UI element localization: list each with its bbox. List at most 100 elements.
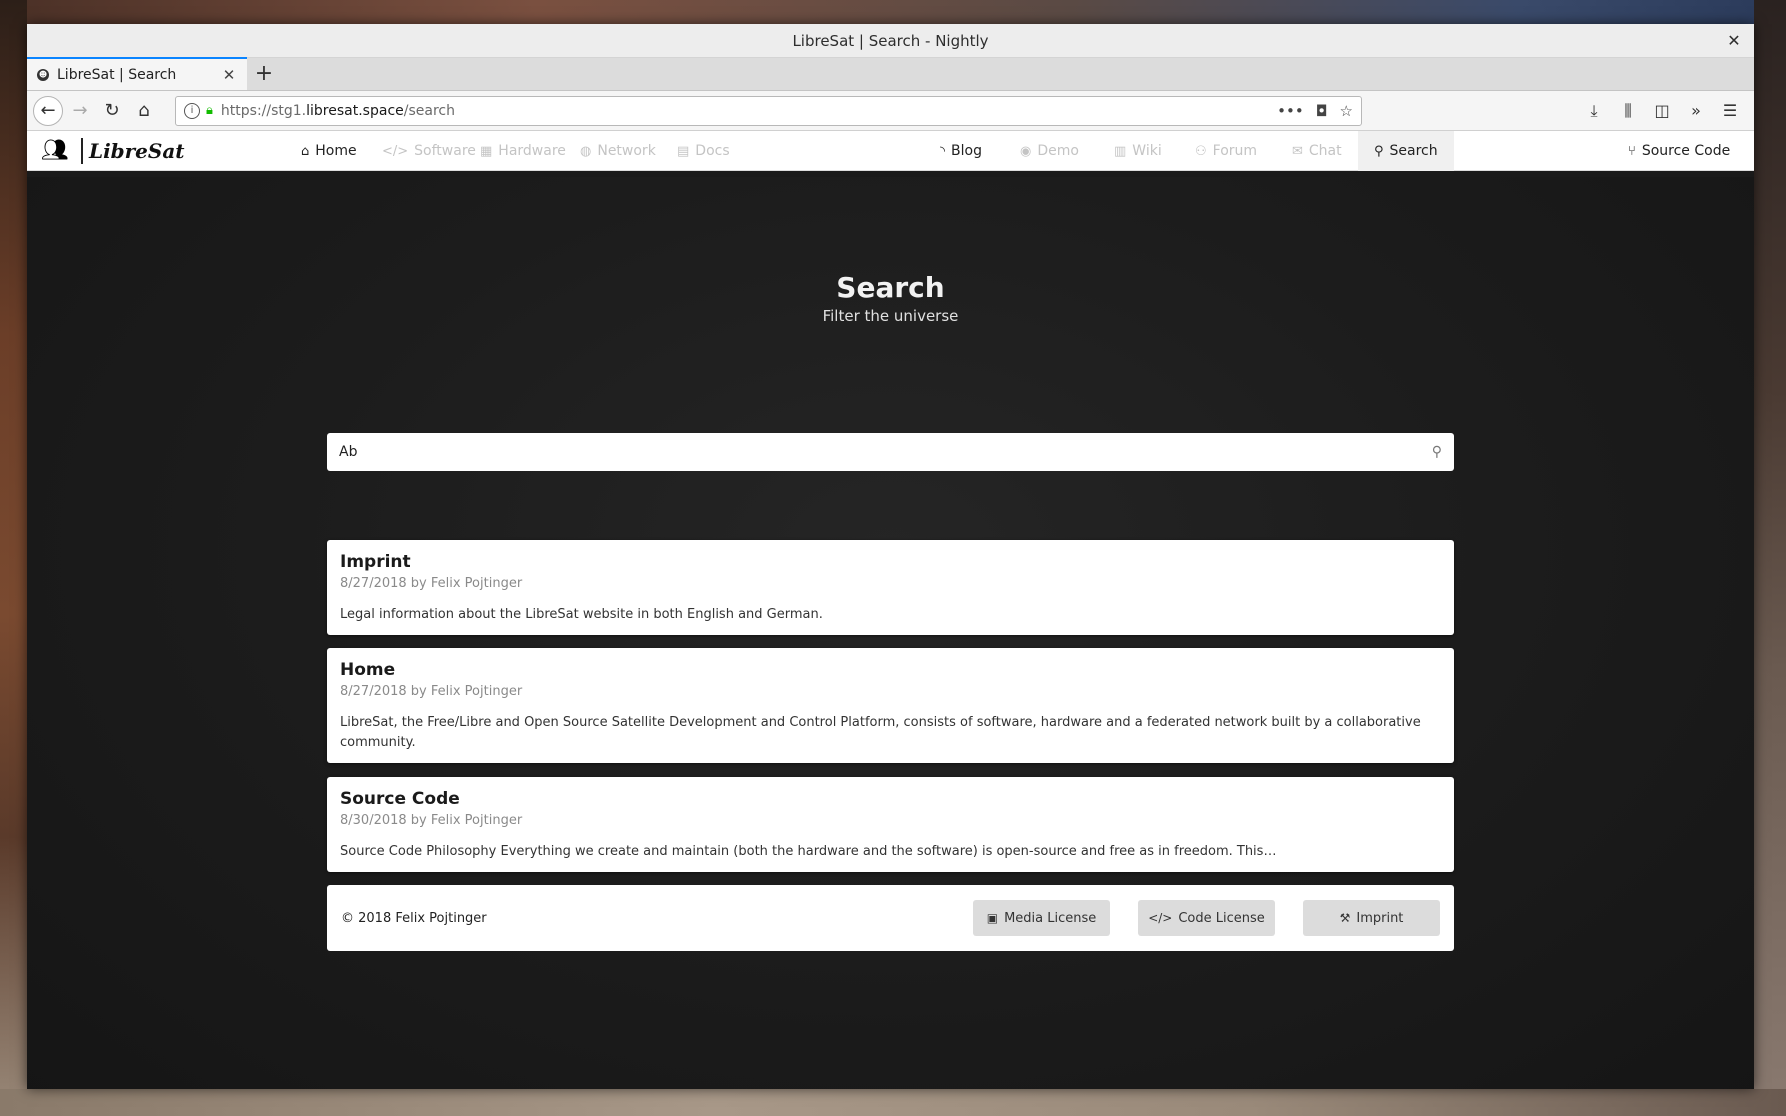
toolbar-right-icons: ⤓ ⫼ ◫ » ☰ xyxy=(1584,101,1748,121)
libresat-logo-icon: 👥︎ xyxy=(41,138,69,163)
button-label: Media License xyxy=(1004,910,1097,926)
tab-bar: ☻ LibreSat | Search ✕ + xyxy=(27,57,1754,91)
result-card-imprint[interactable]: Imprint 8/27/2018 by Felix Pojtinger Leg… xyxy=(327,540,1454,635)
gavel-icon: ⚒ xyxy=(1339,911,1351,925)
button-label: Imprint xyxy=(1356,910,1404,926)
page-title: Search xyxy=(836,271,945,304)
nav-label: Software xyxy=(414,143,476,159)
pocket-icon[interactable]: ◘ xyxy=(1316,102,1328,120)
nav-home[interactable]: ⌂ Home xyxy=(301,131,357,171)
tab-libresat-search[interactable]: ☻ LibreSat | Search ✕ xyxy=(27,57,247,90)
imprint-button[interactable]: ⚒ Imprint xyxy=(1303,900,1440,936)
overflow-chevron-icon[interactable]: » xyxy=(1686,101,1706,121)
rss-icon: ◝ xyxy=(940,143,946,159)
nav-label: Docs xyxy=(695,143,730,159)
nav-search[interactable]: ⚲ Search xyxy=(1358,131,1454,171)
nav-docs[interactable]: ▤ Docs xyxy=(677,131,730,171)
nav-label: Hardware xyxy=(498,143,566,159)
nav-label: Search xyxy=(1389,143,1438,159)
site-navbar: 👥︎ LibreSat ⌂ Home </> Software ▦ Hardware … xyxy=(27,131,1754,171)
nav-label: Chat xyxy=(1308,143,1342,159)
result-meta: 8/30/2018 by Felix Pojtinger xyxy=(340,813,523,828)
nav-source-code[interactable]: ⑂ Source Code xyxy=(1628,131,1730,171)
sidebar-icon[interactable]: ◫ xyxy=(1652,101,1672,121)
tab-close-icon[interactable]: ✕ xyxy=(221,66,237,84)
home-icon[interactable]: ⌂ xyxy=(129,96,159,126)
library-icon[interactable]: ⫼ xyxy=(1618,101,1638,121)
globe-icon: ◍ xyxy=(580,143,592,159)
result-description: Legal information about the LibreSat web… xyxy=(340,607,823,622)
microchip-icon: ▦ xyxy=(480,143,493,159)
nav-blog[interactable]: ◝ Blog xyxy=(940,131,982,171)
nav-label: Home xyxy=(315,143,357,159)
result-title[interactable]: Home xyxy=(340,660,1441,680)
users-icon: ⚇ xyxy=(1195,143,1207,159)
window-titlebar: LibreSat | Search - Nightly ✕ xyxy=(27,24,1754,58)
menu-hamburger-icon[interactable]: ☰ xyxy=(1720,101,1740,121)
copyright-text: © 2018 Felix Pojtinger xyxy=(341,910,487,926)
new-tab-button[interactable]: + xyxy=(247,57,281,90)
page-actions-icon[interactable]: ••• xyxy=(1277,102,1304,120)
nav-forum[interactable]: ⚇ Forum xyxy=(1195,131,1257,171)
media-license-button[interactable]: ▣ Media License xyxy=(973,900,1110,936)
window-close-icon[interactable]: ✕ xyxy=(1724,31,1744,51)
nav-network[interactable]: ◍ Network xyxy=(580,131,656,171)
lock-icon[interactable]: 🔒︎ xyxy=(206,103,213,118)
search-icon[interactable]: ⚲ xyxy=(1432,444,1442,460)
eye-icon: ◉ xyxy=(1020,143,1032,159)
nav-label: Blog xyxy=(951,143,982,159)
nav-label: Demo xyxy=(1037,143,1079,159)
code-icon: </> xyxy=(1148,911,1173,925)
nav-label: Wiki xyxy=(1132,143,1162,159)
url-path: /search xyxy=(403,102,455,119)
reload-icon[interactable]: ↻ xyxy=(97,96,127,126)
url-text[interactable]: https://stg1.libresat.space/search xyxy=(221,103,1265,119)
result-meta: 8/27/2018 by Felix Pojtinger xyxy=(340,576,523,591)
nav-hardware[interactable]: ▦ Hardware xyxy=(480,131,566,171)
browser-toolbar: ← → ↻ ⌂ i 🔒︎ https://stg1.libresat.space… xyxy=(27,91,1754,131)
logo-text: LibreSat xyxy=(89,139,185,163)
info-icon[interactable]: i xyxy=(184,102,200,119)
search-input[interactable] xyxy=(339,444,1432,460)
search-box[interactable]: ⚲ xyxy=(327,433,1454,471)
window-title: LibreSat | Search - Nightly xyxy=(792,31,989,50)
site-logo[interactable]: 👥︎ LibreSat xyxy=(41,137,185,165)
wiki-icon: ▥ xyxy=(1114,143,1127,159)
site-footer: © 2018 Felix Pojtinger ▣ Media License </… xyxy=(327,885,1454,951)
search-icon: ⚲ xyxy=(1374,143,1384,159)
nav-label: Source Code xyxy=(1641,143,1731,159)
desktop-background-right xyxy=(1754,0,1786,1116)
address-bar[interactable]: i 🔒︎ https://stg1.libresat.space/search … xyxy=(175,95,1362,126)
logo-divider xyxy=(81,138,83,164)
download-icon[interactable]: ⤓ xyxy=(1584,101,1604,121)
desktop-background-bottom xyxy=(0,1089,1786,1116)
nav-demo[interactable]: ◉ Demo xyxy=(1020,131,1079,171)
tab-label: LibreSat | Search xyxy=(57,66,177,83)
favicon-icon: ☻ xyxy=(37,68,49,81)
url-domain: libresat.space xyxy=(306,102,404,119)
nav-wiki[interactable]: ▥ Wiki xyxy=(1114,131,1162,171)
chat-icon: ✉ xyxy=(1292,143,1303,159)
result-card-source-code[interactable]: Source Code 8/30/2018 by Felix Pojtinger… xyxy=(327,777,1454,872)
book-icon: ▤ xyxy=(677,143,690,159)
result-meta: 8/27/2018 by Felix Pojtinger xyxy=(340,684,523,699)
result-title[interactable]: Imprint xyxy=(340,552,1441,572)
bookmark-star-icon[interactable]: ☆ xyxy=(1340,102,1353,120)
forward-icon[interactable]: → xyxy=(65,96,95,126)
code-license-button[interactable]: </> Code License xyxy=(1138,900,1275,936)
search-page: Search Filter the universe ⚲ Imprint 8/2… xyxy=(27,177,1754,1089)
result-title[interactable]: Source Code xyxy=(340,789,1441,809)
desktop-background-left xyxy=(0,0,27,1116)
url-prefix: https://stg1. xyxy=(220,102,307,119)
back-icon[interactable]: ← xyxy=(33,95,63,126)
result-card-home[interactable]: Home 8/27/2018 by Felix Pojtinger LibreS… xyxy=(327,648,1454,763)
nav-label: Forum xyxy=(1212,143,1258,159)
nav-label: Network xyxy=(597,143,656,159)
nav-software[interactable]: </> Software xyxy=(382,131,476,171)
button-label: Code License xyxy=(1178,910,1265,926)
branch-icon: ⑂ xyxy=(1628,143,1636,159)
desktop-background-top xyxy=(0,0,1786,24)
result-description: Source Code Philosophy Everything we cre… xyxy=(340,844,1277,859)
nav-chat[interactable]: ✉ Chat xyxy=(1292,131,1342,171)
home-icon: ⌂ xyxy=(301,143,310,159)
